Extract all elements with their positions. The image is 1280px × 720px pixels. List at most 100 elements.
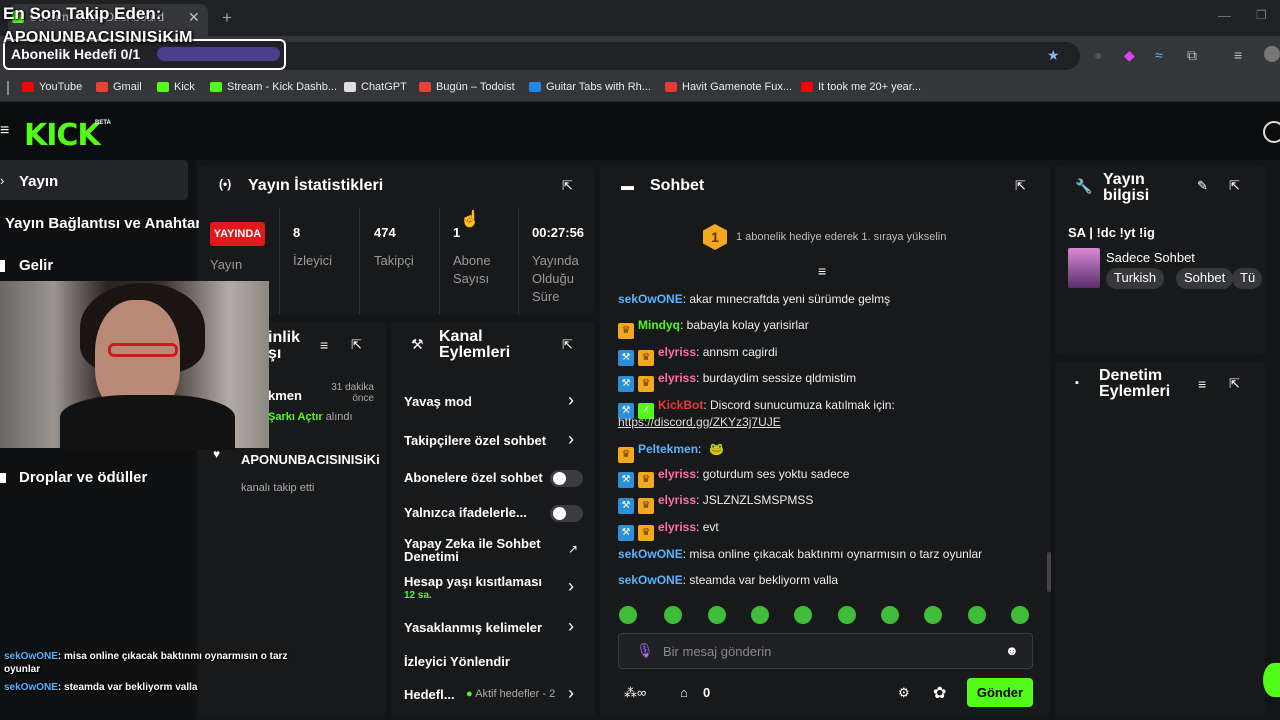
- bookmark-item[interactable]: Gmail: [96, 81, 142, 93]
- stream-title: SA | !dc !yt !ig: [1068, 225, 1155, 240]
- bookmark-star-icon[interactable]: ★: [1047, 47, 1060, 64]
- stream-category[interactable]: Sadece Sohbet: [1106, 250, 1195, 265]
- popout-icon[interactable]: ⇱: [1229, 376, 1240, 392]
- bookmark-item[interactable]: Havit Gamenote Fux...: [665, 81, 792, 93]
- chat-username[interactable]: Mindyq: [638, 318, 680, 332]
- mouse-cursor-icon: ☝: [460, 211, 480, 228]
- filter-icon[interactable]: ≡: [320, 337, 328, 353]
- channel-action-item[interactable]: Hesap yaşı kısıtlaması: [404, 574, 542, 589]
- sidebar-item-income[interactable]: Gelir: [19, 257, 53, 274]
- chat-username[interactable]: sekOwONE: [618, 547, 683, 561]
- chat-username[interactable]: elyriss: [658, 467, 696, 481]
- bookmark-item[interactable]: Kick: [157, 81, 195, 93]
- extension-icon[interactable]: ◆: [1124, 47, 1135, 64]
- sidebar-item-stream-key[interactable]: Yayın Bağlantısı ve Anahtarı: [5, 215, 205, 232]
- bookmark-item[interactable]: Bugün – Todoist: [419, 81, 515, 93]
- chevron-right-icon[interactable]: ›: [568, 616, 574, 637]
- floating-action-button[interactable]: [1263, 663, 1280, 697]
- translate-icon[interactable]: ≈: [1155, 47, 1163, 63]
- emote-icon[interactable]: [794, 606, 812, 624]
- toggle-switch[interactable]: [550, 505, 583, 522]
- chat-scrollbar[interactable]: [1047, 552, 1051, 592]
- chat-text: : steamda var bekliyorm valla: [682, 573, 839, 587]
- popout-icon[interactable]: ⇱: [562, 178, 573, 194]
- emote-icon[interactable]: [968, 606, 986, 624]
- chevron-right-icon[interactable]: ›: [568, 683, 574, 704]
- category-thumbnail[interactable]: [1068, 248, 1100, 288]
- bookmark-label: Havit Gamenote Fux...: [682, 81, 793, 93]
- menu-icon[interactable]: ≡: [0, 122, 9, 140]
- popout-icon[interactable]: ⇱: [1015, 178, 1026, 194]
- stream-tag[interactable]: Turkish: [1106, 268, 1165, 289]
- toggle-switch[interactable]: [550, 470, 583, 487]
- popout-icon[interactable]: ⇱: [1229, 178, 1240, 194]
- bookmark-item[interactable]: Guitar Tabs with Rh...: [529, 81, 651, 93]
- chat-link[interactable]: https://discord.gg/ZKYz3j7UJE: [618, 415, 781, 429]
- user-avatar[interactable]: [1263, 121, 1280, 143]
- profile-avatar[interactable]: [1264, 46, 1280, 62]
- stream-tag[interactable]: Sohbet: [1176, 268, 1234, 289]
- channel-action-item[interactable]: Hedefl...: [404, 687, 455, 702]
- close-tab-icon[interactable]: ✕: [188, 9, 200, 26]
- chevron-right-icon[interactable]: ›: [568, 576, 574, 597]
- emote-icon[interactable]: [664, 606, 682, 624]
- emoji-icon[interactable]: ☻: [1005, 643, 1019, 658]
- channel-action-item[interactable]: Yasaklanmış kelimeler: [404, 620, 542, 635]
- external-link-icon[interactable]: ↗: [568, 542, 578, 556]
- broadcast-icon: (•): [219, 177, 232, 191]
- channel-action-item[interactable]: Yapay Zeka ile Sohbet Denetimi: [404, 537, 544, 563]
- filter-icon[interactable]: ≡: [1198, 376, 1206, 392]
- kick-logo[interactable]: KICK: [24, 118, 101, 153]
- emote-icon[interactable]: [751, 606, 769, 624]
- channel-action-item[interactable]: Yavaş mod: [404, 394, 472, 409]
- channel-action-item[interactable]: Yalnızca ifadelerle...: [404, 505, 527, 520]
- channel-action-item[interactable]: Abonelere özel sohbet: [404, 470, 543, 485]
- bookmark-item[interactable]: Stream - Kick Dashb...: [210, 81, 337, 93]
- vault-icon[interactable]: ⌂: [680, 685, 688, 700]
- chat-username[interactable]: elyriss: [658, 493, 696, 507]
- divider: [439, 208, 440, 315]
- new-tab-icon[interactable]: +: [222, 8, 232, 28]
- maximize-icon[interactable]: ❐: [1256, 8, 1267, 22]
- chat-username[interactable]: sekOwONE: [618, 573, 683, 587]
- chat-username[interactable]: KickBot: [658, 398, 703, 412]
- chat-username[interactable]: elyriss: [658, 345, 696, 359]
- chevron-right-icon[interactable]: ›: [568, 390, 574, 411]
- emote-picker-icon[interactable]: ✿: [933, 683, 946, 703]
- emote-icon[interactable]: [924, 606, 942, 624]
- minimize-icon[interactable]: —: [1218, 8, 1231, 23]
- chat-username[interactable]: sekOwONE: [618, 292, 683, 306]
- settings-gear-icon[interactable]: ⚙: [898, 685, 910, 701]
- duration-label: Yayında Olduğu Süre: [532, 253, 579, 304]
- channel-action-item[interactable]: Takipçilere özel sohbet: [404, 433, 546, 448]
- playlist-icon[interactable]: ≡: [1234, 47, 1242, 63]
- microphone-icon[interactable]: 🎙: [636, 642, 654, 659]
- edit-pencil-icon[interactable]: ✎: [1197, 178, 1208, 194]
- send-button[interactable]: Gönder: [967, 678, 1033, 707]
- bookmark-favicon-icon: [801, 82, 813, 92]
- extension-icon[interactable]: ●: [1094, 47, 1102, 63]
- stream-tag[interactable]: Tü: [1232, 268, 1262, 289]
- channel-action-item[interactable]: İzleyici Yönlendir: [404, 654, 510, 669]
- pepe-emote-icon: 🐸: [709, 442, 725, 456]
- emote-icon[interactable]: [1011, 606, 1029, 624]
- pinned-toggle-icon[interactable]: ≡: [818, 263, 826, 279]
- sidebar-item-stream[interactable]: Yayın: [19, 173, 58, 190]
- chevron-right-icon[interactable]: ›: [568, 429, 574, 450]
- emote-icon[interactable]: [838, 606, 856, 624]
- bookmark-item[interactable]: ChatGPT: [344, 81, 407, 93]
- gift-sub-prompt[interactable]: 1 abonelik hediye ederek 1. sıraya yükse…: [736, 231, 946, 243]
- chat-username[interactable]: elyriss: [658, 371, 696, 385]
- bookmark-item[interactable]: It took me 20+ year...: [801, 81, 921, 93]
- puzzle-icon[interactable]: ⧉: [1187, 47, 1197, 64]
- emote-icon[interactable]: [881, 606, 899, 624]
- emote-icon[interactable]: [619, 606, 637, 624]
- popout-icon[interactable]: ⇱: [562, 337, 573, 353]
- chat-username[interactable]: elyriss: [658, 520, 696, 534]
- chat-username[interactable]: Peltekmen: [638, 442, 698, 456]
- emote-icon[interactable]: [708, 606, 726, 624]
- bookmark-item[interactable]: YouTube: [22, 81, 82, 93]
- points-icon[interactable]: ⁂∞: [624, 685, 646, 701]
- sidebar-item-drops[interactable]: Droplar ve ödüller: [19, 469, 147, 486]
- popout-icon[interactable]: ⇱: [351, 337, 362, 353]
